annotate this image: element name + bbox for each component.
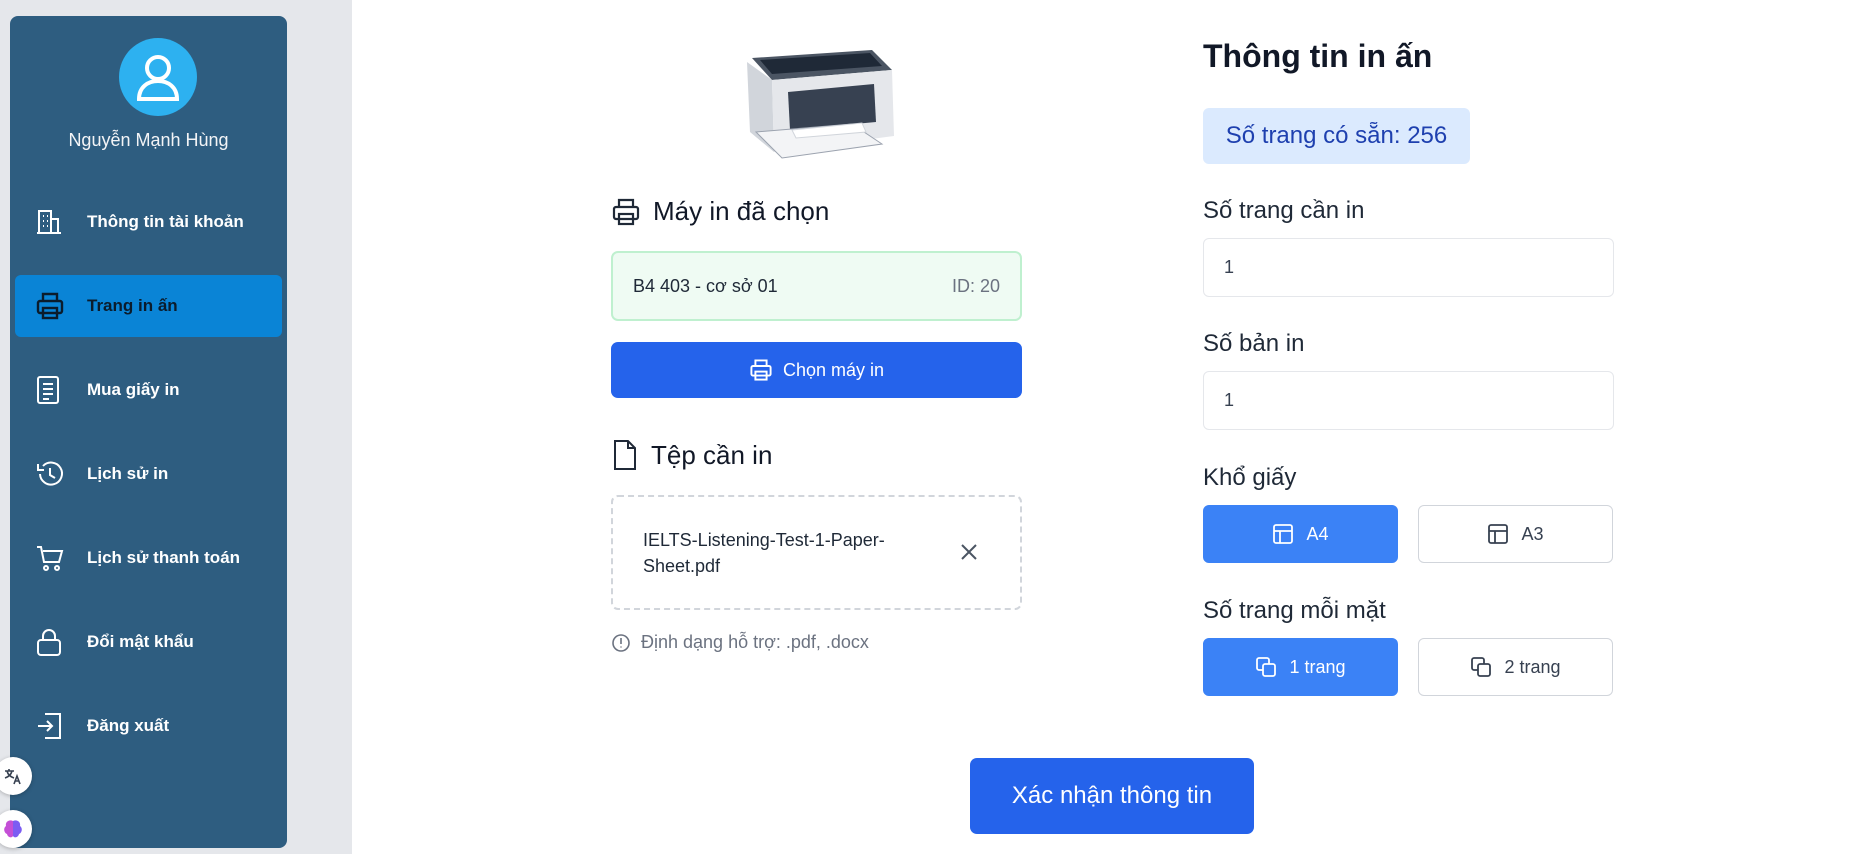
sidebar-item-label: Lịch sử in	[87, 464, 169, 483]
file-heading: Tệp cần in	[611, 439, 772, 471]
printer-image	[747, 50, 894, 159]
sidebar-item-print-history[interactable]: Lịch sử in	[15, 443, 282, 505]
printer-icon	[15, 291, 87, 321]
file-icon	[614, 440, 636, 470]
sidebar-item-label: Đổi mật khẩu	[87, 632, 194, 651]
selected-printer-card: B4 403 - cơ sở 01 ID: 20	[611, 251, 1022, 321]
copies-label: Số bản in	[1203, 330, 1305, 357]
sidebar-item-logout[interactable]: Đăng xuất	[15, 695, 282, 757]
sidebar-item-label: Thông tin tài khoản	[87, 212, 244, 231]
brain-icon	[4, 820, 22, 838]
paper-size-a3-button[interactable]: A3	[1418, 505, 1613, 563]
sidebar-item-change-password[interactable]: Đổi mật khẩu	[15, 611, 282, 673]
selected-printer-name: B4 403 - cơ sở 01	[633, 275, 778, 296]
available-pages-badge: Số trang có sẵn: 256	[1203, 108, 1470, 164]
pages-per-side-label: Số trang mỗi mặt	[1203, 597, 1386, 624]
printer-icon	[750, 359, 772, 381]
logout-icon	[15, 711, 87, 741]
sidebar-item-account-info[interactable]: Thông tin tài khoản	[15, 191, 282, 253]
user-name: Nguyễn Mạnh Hùng	[68, 130, 229, 150]
translate-icon	[4, 769, 21, 785]
pages-per-side-text: 2 trang	[1504, 656, 1561, 677]
sidebar-item-label: Trang in ấn	[87, 296, 178, 315]
two-pages-per-side-button[interactable]: 2 trang	[1418, 638, 1613, 696]
file-format-hint: Định dạng hỗ trợ: .pdf, .docx	[611, 632, 869, 653]
info-icon	[612, 633, 630, 652]
pages-per-side-text: 1 trang	[1289, 656, 1346, 677]
one-page-per-side-button[interactable]: 1 trang	[1203, 638, 1398, 696]
copies-input[interactable]	[1203, 371, 1614, 430]
selected-printer-id: ID: 20	[951, 275, 1000, 296]
section-title-text: Tệp cần in	[651, 439, 773, 470]
avatar[interactable]	[119, 38, 197, 116]
building-icon	[15, 208, 87, 236]
lock-icon	[15, 627, 87, 657]
file-dropzone[interactable]: IELTS-Listening-Test-1-Paper-Sheet.pdf	[611, 495, 1022, 610]
selected-printer-heading: Máy in đã chọn	[611, 196, 829, 227]
paper-size-label: Khổ giấy	[1203, 464, 1297, 491]
sidebar-item-payment-history[interactable]: Lịch sử thanh toán	[15, 527, 282, 589]
close-icon[interactable]	[958, 541, 980, 563]
paper-size-a4-button[interactable]: A4	[1203, 505, 1398, 563]
confirm-button[interactable]: Xác nhận thông tin	[970, 758, 1254, 834]
print-info-title: Thông tin in ấn	[1203, 38, 1433, 74]
paper-size-label-text: A3	[1521, 523, 1544, 544]
cart-icon	[15, 543, 87, 573]
sidebar-item-label: Lịch sử thanh toán	[87, 548, 241, 567]
choose-printer-button[interactable]: Chọn máy in	[611, 342, 1022, 398]
printer-icon	[612, 198, 640, 225]
file-name: IELTS-Listening-Test-1-Paper-Sheet.pdf	[643, 530, 885, 576]
sidebar-item-buy-paper[interactable]: Mua giấy in	[15, 359, 282, 421]
pages-input[interactable]	[1203, 238, 1614, 297]
sidebar-item-label: Đăng xuất	[87, 716, 170, 735]
choose-printer-label: Chọn máy in	[782, 359, 885, 380]
copy-icon	[1256, 657, 1277, 677]
sidebar-item-label: Mua giấy in	[87, 380, 180, 399]
document-icon	[15, 375, 87, 405]
pages-label: Số trang cần in	[1203, 197, 1365, 224]
paper-size-label-text: A4	[1306, 523, 1329, 544]
history-icon	[15, 459, 87, 489]
layout-icon	[1488, 524, 1509, 544]
sidebar: Nguyễn Mạnh Hùng Thông tin tài khoản Tra…	[10, 16, 287, 848]
user-icon	[136, 55, 180, 101]
hint-text: Định dạng hỗ trợ: .pdf, .docx	[641, 632, 869, 652]
copy-icon	[1471, 657, 1492, 677]
section-title-text: Máy in đã chọn	[653, 196, 830, 226]
sidebar-item-print-page[interactable]: Trang in ấn	[15, 275, 282, 337]
layout-icon	[1273, 524, 1294, 544]
